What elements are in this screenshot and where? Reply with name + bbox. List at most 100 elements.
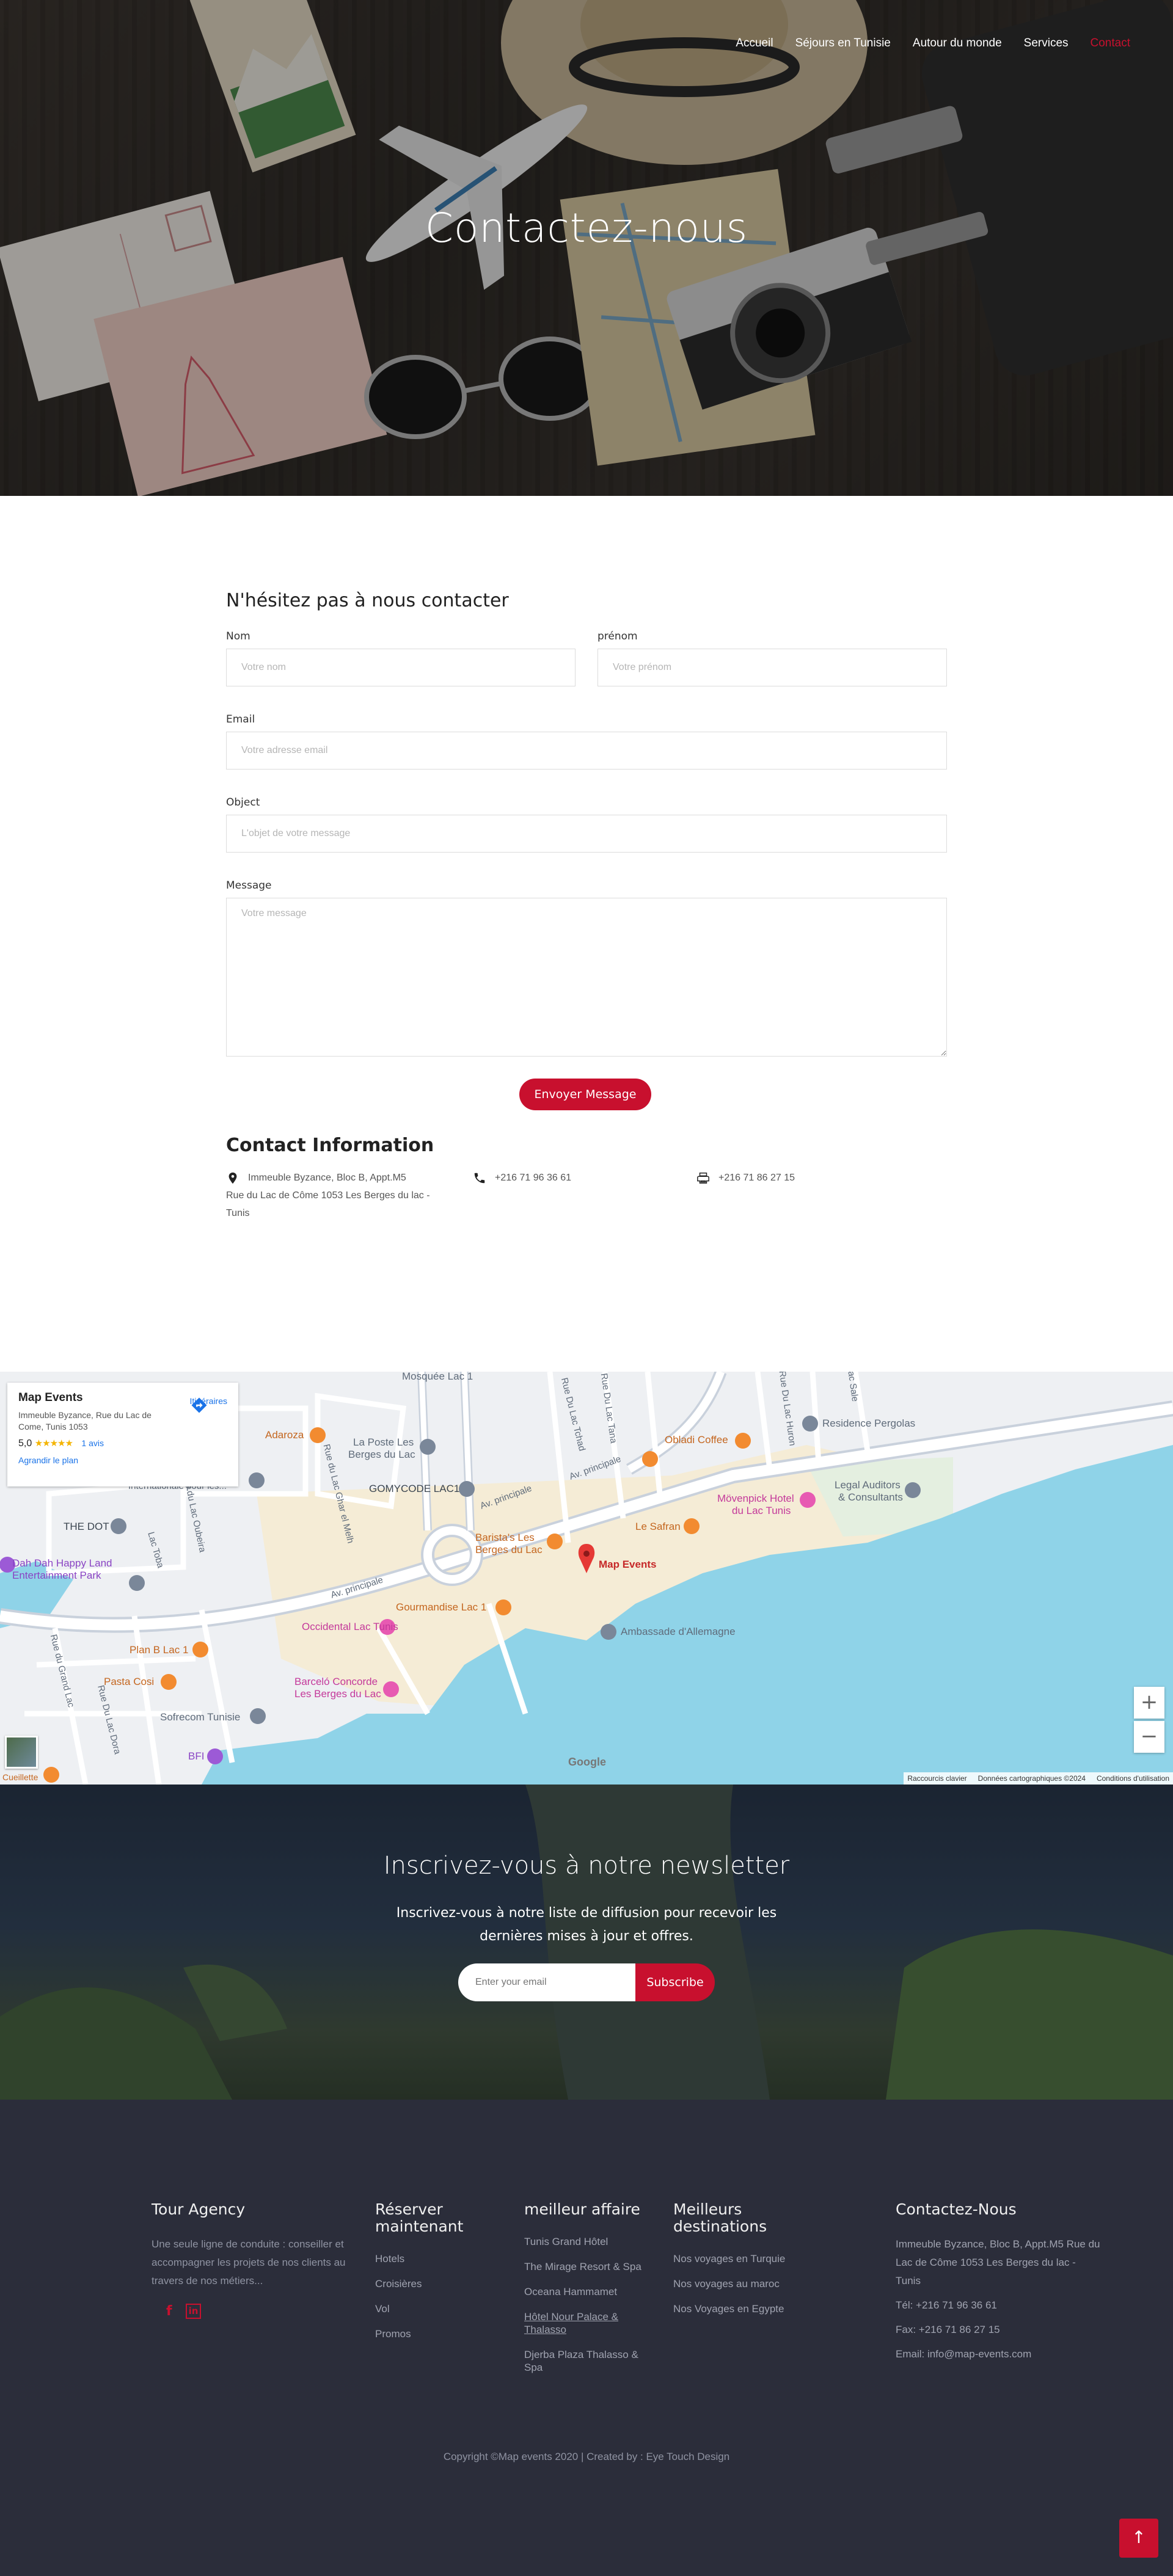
place-rating: 5,0 ★★★★★ 1 avis xyxy=(18,1438,227,1449)
main-nav: Accueil Séjours en Tunisie Autour du mon… xyxy=(736,37,1130,50)
nav-services[interactable]: Services xyxy=(1024,37,1069,50)
footer-link-maroc[interactable]: Nos voyages au maroc xyxy=(673,2277,832,2290)
footer-destinations-links: Nos voyages en Turquie Nos voyages au ma… xyxy=(673,2252,832,2315)
printer-icon xyxy=(697,1172,709,1184)
directions-icon xyxy=(191,1397,207,1413)
map-label-sofrecom: Sofrecom Tunisie xyxy=(160,1711,241,1723)
footer-contact-title: Contactez-Nous xyxy=(896,2200,1017,2218)
footer-link-egypte[interactable]: Nos Voyages en Egypte xyxy=(673,2302,832,2315)
footer-about-text: Une seule ligne de conduite : conseiller… xyxy=(152,2238,346,2287)
rating-value: 5,0 xyxy=(18,1438,32,1449)
nom-label: Nom xyxy=(226,630,250,642)
enlarge-map-link[interactable]: Agrandir le plan xyxy=(18,1455,227,1465)
footer-link-promos[interactable]: Promos xyxy=(375,2327,503,2340)
map-label-ambassade: Ambassade d'Allemagne xyxy=(621,1626,736,1637)
footer-contact: Contactez-Nous Immeuble Byzance, Bloc B,… xyxy=(896,2201,1103,2370)
terms-link[interactable]: Conditions d'utilisation xyxy=(1097,1774,1169,1783)
newsletter-section: Inscrivez-vous à notre newsletter Inscri… xyxy=(0,1785,1173,2100)
google-map[interactable]: Mosquée Lac 1 Adaroza La Poste Les Berge… xyxy=(0,1372,1173,1785)
directions-button[interactable]: Itinéraires xyxy=(190,1396,227,1413)
map-label-mosquee: Mosquée Lac 1 xyxy=(402,1372,473,1382)
map-label-cueillette: Cueillette xyxy=(2,1772,38,1782)
map-label-barcelo-1: Barceló Concorde xyxy=(294,1676,378,1687)
send-message-button[interactable]: Envoyer Message xyxy=(519,1079,651,1110)
keyboard-shortcuts-link[interactable]: Raccourcis clavier xyxy=(907,1774,967,1783)
newsletter-email-input[interactable] xyxy=(458,1963,639,2001)
message-label: Message xyxy=(226,879,272,892)
phone-icon xyxy=(474,1173,485,1184)
map-attribution: Raccourcis clavier Données cartographiqu… xyxy=(904,1772,1173,1785)
footer-contact-fax: Fax: +216 71 86 27 15 xyxy=(896,2324,1000,2335)
rating-stars-icon: ★★★★★ xyxy=(34,1438,73,1449)
map-label-baristas-1: Barista's Les xyxy=(475,1532,535,1543)
object-label: Object xyxy=(226,796,260,809)
newsletter-title: Inscrivez-vous à notre newsletter xyxy=(383,1852,790,1880)
map-label-bfi: BFI xyxy=(188,1750,205,1762)
hero-banner: Accueil Séjours en Tunisie Autour du mon… xyxy=(0,0,1173,496)
contact-phone: +216 71 96 36 61 xyxy=(473,1169,571,1187)
map-label-plan-b: Plan B Lac 1 xyxy=(130,1644,189,1656)
back-to-top-button[interactable]: ↑ xyxy=(1119,2519,1158,2558)
footer-contact-address: Immeuble Byzance, Bloc B, Appt.M5 Rue du… xyxy=(896,2238,1100,2287)
footer-link-djerba-plaza[interactable]: Djerba Plaza Thalasso & Spa xyxy=(524,2348,659,2374)
map-label-barcelo-2: Les Berges du Lac xyxy=(294,1688,381,1700)
social-links: f in xyxy=(166,2304,359,2319)
map-label-baristas-2: Berges du Lac xyxy=(475,1544,543,1555)
nav-contact[interactable]: Contact xyxy=(1091,37,1130,50)
contact-info-title: Contact Information xyxy=(226,1135,434,1156)
subscribe-button[interactable]: Subscribe xyxy=(635,1963,715,2001)
footer-book-title: Réserver maintenant xyxy=(375,2200,464,2235)
object-field[interactable] xyxy=(226,815,947,853)
address-line-2: Rue du Lac de Côme 1053 Les Berges du la… xyxy=(226,1190,430,1201)
footer-contact-email[interactable]: Email: info@map-events.com xyxy=(896,2345,1103,2363)
email-field[interactable] xyxy=(226,732,947,770)
footer-deals-links: Tunis Grand Hôtel The Mirage Resort & Sp… xyxy=(524,2235,659,2374)
footer-about: Tour Agency Une seule ligne de conduite … xyxy=(152,2201,359,2319)
footer-link-mirage-resort[interactable]: The Mirage Resort & Spa xyxy=(524,2260,659,2273)
map-label-movenpick-2: du Lac Tunis xyxy=(732,1505,791,1516)
map-label-dah-dah-1: Dah Dah Happy Land xyxy=(12,1557,112,1569)
reviews-link[interactable]: 1 avis xyxy=(81,1438,104,1448)
map-label-residence: Residence Pergolas xyxy=(822,1417,916,1429)
phone-number: +216 71 96 36 61 xyxy=(495,1173,572,1183)
site-footer: Tour Agency Une seule ligne de conduite … xyxy=(0,2100,1173,2576)
address-line-3: Tunis xyxy=(226,1208,250,1218)
footer-link-hotels[interactable]: Hotels xyxy=(375,2252,503,2265)
nav-accueil[interactable]: Accueil xyxy=(736,37,773,50)
address-line-1: Immeuble Byzance, Bloc B, Appt.M5 xyxy=(248,1173,406,1183)
zoom-in-button[interactable]: + xyxy=(1134,1687,1164,1719)
facebook-icon[interactable]: f xyxy=(166,2304,172,2319)
zoom-out-button[interactable]: − xyxy=(1134,1721,1164,1753)
form-heading: N'hésitez pas à nous contacter xyxy=(226,590,509,611)
message-field[interactable] xyxy=(226,898,947,1057)
map-label-gourmandise: Gourmandise Lac 1 xyxy=(396,1601,487,1613)
footer-deals: meilleur affaire Tunis Grand Hôtel The M… xyxy=(524,2201,659,2386)
footer-link-croisieres[interactable]: Croisières xyxy=(375,2277,503,2290)
linkedin-icon[interactable]: in xyxy=(185,2304,202,2319)
newsletter-text: Inscrivez-vous à notre liste de diffusio… xyxy=(396,1905,777,1944)
contact-address: Immeuble Byzance, Bloc B, Appt.M5 Rue du… xyxy=(226,1169,470,1222)
nav-sejours-tunisie[interactable]: Séjours en Tunisie xyxy=(795,37,891,50)
footer-link-vol[interactable]: Vol xyxy=(375,2302,503,2315)
map-place-card: Map Events Immeuble Byzance, Rue du Lac … xyxy=(7,1383,238,1486)
footer-destinations: Meilleurs destinations Nos voyages en Tu… xyxy=(673,2201,832,2327)
footer-link-nour-palace[interactable]: Hôtel Nour Palace & Thalasso xyxy=(524,2310,659,2336)
footer-link-oceana[interactable]: Oceana Hammamet xyxy=(524,2285,659,2298)
nav-autour-du-monde[interactable]: Autour du monde xyxy=(913,37,1002,50)
map-label-movenpick-1: Mövenpick Hotel xyxy=(717,1493,794,1504)
footer-link-turquie[interactable]: Nos voyages en Turquie xyxy=(673,2252,832,2265)
map-label-the-dot: THE DOT xyxy=(64,1521,109,1532)
contact-fax: +216 71 86 27 15 xyxy=(696,1169,795,1187)
footer-link-tunis-grand-hotel[interactable]: Tunis Grand Hôtel xyxy=(524,2235,659,2248)
prenom-field[interactable] xyxy=(597,649,947,686)
satellite-toggle[interactable] xyxy=(5,1736,38,1769)
place-address: Immeuble Byzance, Rue du Lac de Come, Tu… xyxy=(18,1410,152,1432)
map-label-obladi: Obladi Coffee xyxy=(665,1434,728,1446)
map-label-gomycode: GOMYCODE LAC1 xyxy=(369,1483,460,1494)
nom-field[interactable] xyxy=(226,649,576,686)
copyright: Copyright ©Map events 2020 | Created by … xyxy=(443,2451,730,2462)
map-label-adaroza: Adaroza xyxy=(265,1429,304,1441)
footer-deals-title: meilleur affaire xyxy=(524,2200,640,2218)
footer-contact-tel: Tél: +216 71 96 36 61 xyxy=(896,2299,997,2311)
map-label-le-safran: Le Safran xyxy=(635,1521,681,1532)
